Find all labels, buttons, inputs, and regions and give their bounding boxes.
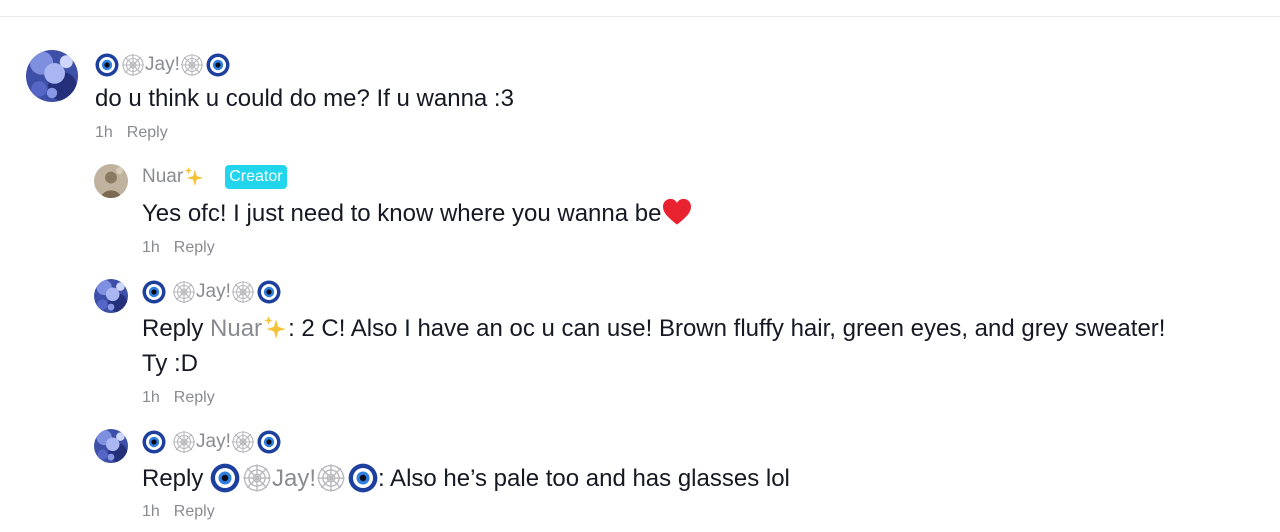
nazar-eye-icon (348, 463, 378, 493)
comment-meta: 1h Reply (95, 124, 168, 142)
nazar-eye-icon (206, 53, 230, 77)
avatar[interactable] (94, 429, 128, 463)
reply-button[interactable]: Reply (174, 239, 215, 256)
comment-text: do u think u could do me? If u wanna :3 (95, 85, 514, 112)
avatar-image (26, 50, 78, 102)
spider-web-icon (231, 280, 255, 304)
username[interactable]: Nuar Creator (142, 165, 287, 189)
avatar-image (94, 279, 128, 313)
spider-web-icon (316, 463, 346, 493)
nazar-eye-icon (95, 53, 119, 77)
comment-text: Yes ofc! I just need to know where you w… (142, 196, 693, 231)
reply-button[interactable]: Reply (127, 124, 168, 141)
timestamp: 1h (95, 124, 113, 141)
comment-text: Reply Nuar : 2 C! Also I have an oc u can… (142, 311, 1165, 346)
username-text: Jay! (196, 431, 231, 452)
top-divider (0, 16, 1280, 17)
nazar-eye-icon (257, 430, 281, 454)
username-text: Jay! (196, 281, 231, 302)
avatar-image (94, 164, 128, 198)
comment-text-line1: : 2 C! Also I have an oc u can use! Brow… (288, 315, 1166, 342)
comment-text-content: Yes ofc! I just need to know where you w… (142, 200, 662, 227)
sparkles-icon (262, 315, 288, 341)
comment-meta: 1h Reply (142, 389, 215, 407)
red-heart-icon (661, 196, 693, 228)
nazar-eye-icon (142, 280, 166, 304)
timestamp: 1h (142, 389, 160, 406)
avatar[interactable] (94, 279, 128, 313)
mention-text: Nuar (210, 315, 263, 342)
comment-meta: 1h Reply (142, 239, 215, 257)
username[interactable]: Jay! (142, 280, 281, 304)
avatar[interactable] (26, 50, 78, 102)
timestamp: 1h (142, 239, 160, 256)
mention-link[interactable]: Jay! (210, 465, 378, 492)
reply-button[interactable]: Reply (174, 389, 215, 406)
comment-text-line2: Ty :D (142, 350, 199, 377)
spider-web-icon (231, 430, 255, 454)
reply-prefix: Reply (142, 315, 204, 342)
creator-badge: Creator (225, 165, 287, 189)
spider-web-icon (172, 280, 196, 304)
comment-text-content: : Also he’s pale too and has glasses lol (378, 465, 790, 492)
nazar-eye-icon (142, 430, 166, 454)
spider-web-icon (180, 53, 204, 77)
username[interactable]: Jay! (142, 430, 281, 454)
mention-link[interactable]: Nuar (210, 315, 288, 342)
spider-web-icon (121, 53, 145, 77)
comment-text: Reply Jay! : Also he’s pale too and has g… (142, 461, 790, 496)
avatar[interactable] (94, 164, 128, 198)
spider-web-icon (242, 463, 272, 493)
mention-text: Jay! (272, 465, 317, 492)
nazar-eye-icon (257, 280, 281, 304)
avatar-image (94, 429, 128, 463)
username[interactable]: Jay! (95, 53, 230, 77)
sparkles-icon (183, 166, 205, 188)
comment-meta: 1h Reply (142, 503, 215, 521)
spider-web-icon (172, 430, 196, 454)
username-text: Nuar (142, 166, 184, 187)
reply-prefix: Reply (142, 465, 204, 492)
reply-button[interactable]: Reply (174, 503, 215, 520)
username-text: Jay! (145, 54, 180, 75)
nazar-eye-icon (210, 463, 240, 493)
timestamp: 1h (142, 503, 160, 520)
